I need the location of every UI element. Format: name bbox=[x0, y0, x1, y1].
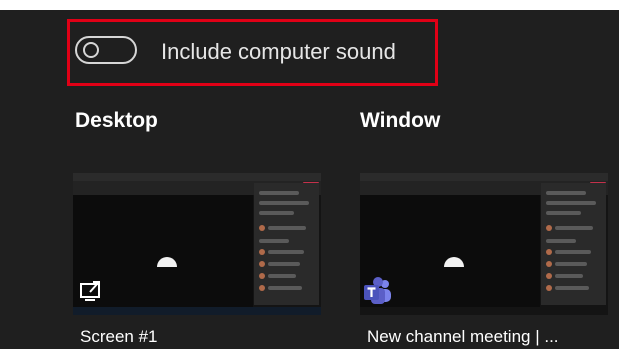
include-sound-label: Include computer sound bbox=[161, 39, 396, 64]
include-sound-toggle[interactable] bbox=[75, 36, 137, 64]
toggle-knob bbox=[83, 42, 99, 58]
thumbnail-participants-pane bbox=[541, 183, 606, 305]
thumbnail-avatar-shape bbox=[444, 257, 464, 267]
thumbnail-avatar-shape bbox=[157, 257, 177, 267]
teams-icon bbox=[363, 276, 393, 311]
thumbnail-titlebar bbox=[73, 173, 321, 181]
thumbnail-taskbar bbox=[73, 307, 321, 315]
share-screen-icon bbox=[79, 278, 103, 307]
thumbnail-titlebar bbox=[360, 173, 608, 181]
desktop-screen-thumbnail[interactable] bbox=[73, 173, 321, 315]
teams-window-thumbnail[interactable] bbox=[360, 173, 608, 315]
desktop-screen-caption: Screen #1 bbox=[80, 327, 158, 346]
thumbnail-participants-pane bbox=[254, 183, 319, 305]
teams-window-caption: New channel meeting | ... bbox=[367, 327, 559, 346]
desktop-section-title: Desktop bbox=[75, 109, 158, 132]
share-content-panel: Include computer sound Desktop Window Sc… bbox=[0, 10, 619, 349]
window-section-title: Window bbox=[360, 109, 441, 132]
